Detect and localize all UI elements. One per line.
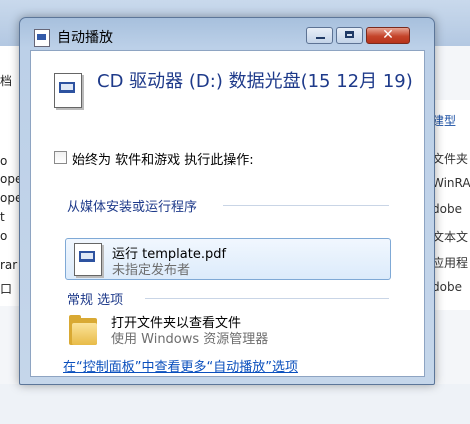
background-file-type: dobe	[432, 202, 462, 216]
background-nav-item: ope	[0, 191, 19, 205]
group-install-title: 从媒体安装或运行程序	[67, 200, 198, 215]
background-status-area	[0, 384, 470, 424]
disc-icon	[54, 73, 82, 108]
pdf-icon	[74, 243, 102, 276]
drive-heading: CD 驱动器 (D:) 数据光盘(15 12月 19)	[97, 71, 413, 92]
dialog-content: CD 驱动器 (D:) 数据光盘(15 12月 19) 始终为 软件和游戏 执行…	[30, 50, 425, 377]
run-option-publisher: 未指定发布者	[112, 263, 191, 278]
dialog-title: 自动播放	[57, 30, 113, 46]
close-icon: ✕	[382, 27, 394, 43]
minimize-icon	[316, 37, 325, 39]
background-nav-pane: 档 o ope ope t o rar 口	[0, 46, 20, 306]
background-file-list: 建型 文件夹 WinRA dobe 文本文 应用程 dobe	[432, 100, 470, 310]
background-nav-item: rar	[0, 258, 18, 272]
background-file-type: 文本文	[432, 230, 469, 244]
autoplay-dialog: 自动播放 ✕ CD 驱动器 (D:) 数据光盘(15 12月 19) 始终为 软…	[19, 17, 435, 385]
folder-icon[interactable]	[69, 315, 97, 345]
background-nav-item: 口	[0, 282, 13, 296]
background-nav-item: o	[0, 154, 8, 168]
run-template-pdf-option[interactable]: 运行 template.pdf 未指定发布者	[65, 238, 391, 280]
autoplay-app-icon	[34, 29, 50, 47]
background-file-type: WinRA	[432, 176, 470, 190]
group-install-divider	[223, 205, 389, 206]
background-nav-item: t	[0, 210, 5, 224]
minimize-button[interactable]	[306, 27, 333, 44]
maximize-icon	[345, 31, 354, 38]
group-general-title: 常规 选项	[67, 293, 124, 308]
always-do-this-checkbox[interactable]	[54, 151, 67, 164]
open-folder-subtitle: 使用 Windows 资源管理器	[111, 332, 269, 347]
background-file-type: 应用程	[432, 256, 469, 270]
dialog-titlebar[interactable]: 自动播放 ✕	[20, 18, 434, 48]
maximize-button[interactable]	[336, 27, 363, 44]
background-file-type: dobe	[432, 280, 462, 294]
background-nav-item: 档	[0, 74, 13, 88]
background-nav-item: o	[0, 229, 8, 243]
always-do-this-label[interactable]: 始终为 软件和游戏 执行此操作:	[72, 149, 254, 168]
close-button[interactable]: ✕	[366, 27, 410, 44]
background-column-header: 建型	[432, 114, 457, 128]
background-nav-item: ope	[0, 172, 19, 186]
control-panel-autoplay-link[interactable]: 在“控制面板”中查看更多“自动播放”选项	[63, 356, 298, 375]
background-file-type: 文件夹	[432, 152, 469, 166]
group-general-divider	[145, 298, 389, 299]
